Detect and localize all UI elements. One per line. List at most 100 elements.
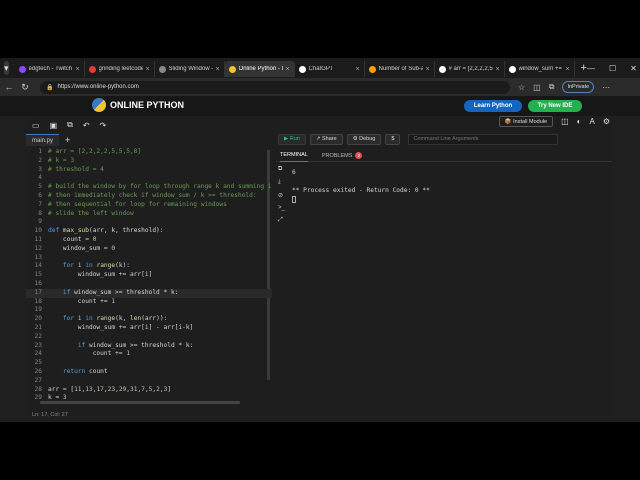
tab-close-icon[interactable]: × bbox=[285, 66, 289, 73]
terminal-cursor[interactable] bbox=[292, 195, 592, 204]
line-number: 3 bbox=[38, 165, 42, 173]
browser-tab[interactable]: ChatGPT × bbox=[295, 61, 365, 77]
code-line[interactable]: 9 bbox=[26, 218, 272, 227]
code-line[interactable]: 21 window_sum += arr[i] - arr[i-k] bbox=[26, 324, 272, 333]
learn-python-button[interactable]: Learn Python bbox=[464, 100, 522, 112]
site-logo[interactable]: ONLINE PYTHON bbox=[92, 98, 184, 112]
tab-problems[interactable]: PROBLEMS 2 bbox=[322, 150, 363, 162]
debug-button[interactable]: ⚙ Debug bbox=[346, 133, 382, 145]
logo-text: ONLINE PYTHON bbox=[110, 100, 185, 110]
browser-tab[interactable]: # arr = [2,2,2,2,5,5,× bbox=[435, 61, 505, 77]
browser-tab[interactable]: edgtech - Twitch × bbox=[15, 61, 85, 77]
download-icon[interactable]: ⤓ bbox=[278, 179, 288, 186]
tab-close-icon[interactable]: × bbox=[215, 66, 219, 73]
copy-icon[interactable]: ⧉ bbox=[67, 120, 73, 130]
address-bar-row: ← ↻ 🔒 https://www.online-python.com ☆ ◫ … bbox=[0, 78, 640, 96]
share-button[interactable]: ↗ Share bbox=[309, 133, 343, 145]
text-size-icon[interactable]: A bbox=[589, 117, 594, 126]
code-line[interactable]: 29 k = 3 bbox=[26, 394, 272, 403]
settings-icon[interactable]: ⚙ bbox=[603, 117, 610, 126]
undo-icon[interactable]: ↶ bbox=[83, 121, 90, 130]
copy-output-icon[interactable]: ⧉ bbox=[278, 166, 288, 173]
code-editor[interactable]: 1 # arr = [2,2,2,2,5,5,5,8] 2 # k = 3 3 # thr… bbox=[26, 148, 272, 410]
code-line[interactable]: 7 # then sequential for loop for remainin… bbox=[26, 201, 272, 210]
code-line[interactable]: 12 window_sum = 0 bbox=[26, 245, 272, 254]
more-icon[interactable]: ⋯ bbox=[602, 83, 610, 92]
browser-tab[interactable]: window_sum += ar× bbox=[505, 61, 575, 77]
code-line[interactable]: 14 for i in range(k): bbox=[26, 262, 272, 271]
terminal-output[interactable]: 6 ** Process exited - Return Code: 0 ** bbox=[292, 168, 592, 204]
tab-close-icon[interactable]: × bbox=[425, 66, 429, 73]
refresh-icon[interactable]: ↻ bbox=[18, 82, 32, 93]
url-field[interactable]: 🔒 https://www.online-python.com bbox=[40, 80, 510, 94]
shell-button[interactable]: $ bbox=[385, 133, 401, 145]
code-line[interactable]: 23 if window_sum >= threshold * k: bbox=[26, 342, 272, 351]
file-tab-main[interactable]: main.py bbox=[26, 134, 60, 146]
code-line[interactable]: 19 bbox=[26, 306, 272, 315]
install-module-label: Install Module bbox=[513, 118, 548, 125]
favorite-icon[interactable]: ☆ bbox=[518, 83, 525, 92]
expand-icon[interactable]: ⤢ bbox=[278, 217, 288, 224]
code-line[interactable]: 2 # k = 3 bbox=[26, 157, 272, 166]
line-number: 21 bbox=[34, 323, 42, 331]
terminal-icon[interactable]: >_ bbox=[278, 205, 288, 211]
install-module-button[interactable]: 📦 Install Module bbox=[498, 116, 554, 127]
browser-tab[interactable]: grinding leetcode | × bbox=[85, 61, 155, 77]
inprivate-badge[interactable]: InPrivate bbox=[562, 81, 595, 93]
code-line[interactable]: 4 bbox=[26, 174, 272, 183]
code-line[interactable]: 5 # build the window by for loop through … bbox=[26, 183, 272, 192]
code-line[interactable]: 26 return count bbox=[26, 368, 272, 377]
browser-tab[interactable]: Sliding Window - L × bbox=[155, 61, 225, 77]
tab-actions-icon[interactable]: ▾ bbox=[4, 61, 9, 75]
code-line[interactable]: 22 bbox=[26, 333, 272, 342]
layout-icon[interactable]: ◫ bbox=[561, 117, 569, 126]
open-file-icon[interactable]: ▭ bbox=[32, 121, 40, 130]
browser-tab[interactable]: Online Python - IDE× bbox=[224, 61, 295, 77]
code-line[interactable]: 17 if window_sum >= threshold * k: bbox=[26, 288, 272, 298]
run-button[interactable]: ▶ Run bbox=[278, 133, 306, 145]
code-line[interactable]: 6 # then immediately check if window_sum … bbox=[26, 192, 272, 201]
tab-close-icon[interactable]: × bbox=[75, 66, 79, 73]
line-number: 11 bbox=[34, 235, 42, 243]
maximize-icon[interactable]: ☐ bbox=[609, 64, 616, 73]
save-icon[interactable]: ▣ bbox=[50, 121, 58, 130]
code-text: window_sum = 0 bbox=[48, 244, 116, 252]
code-line[interactable]: 20 for i in range(k, len(arr)): bbox=[26, 315, 272, 324]
code-line[interactable]: 27 bbox=[26, 377, 272, 386]
code-line[interactable]: 1 # arr = [2,2,2,2,5,5,5,8] bbox=[26, 148, 272, 157]
code-line[interactable]: 28 arr = [11,13,17,23,29,31,7,5,2,3] bbox=[26, 386, 272, 395]
back-icon[interactable]: ← bbox=[2, 82, 16, 92]
tab-strip: ▾ edgtech - Twitch × grinding leetcode | × S… bbox=[0, 58, 640, 78]
minimize-icon[interactable]: — bbox=[587, 64, 595, 73]
output-panel: 📦 Install Module ◫ ◐ A ⚙ ▶ Run ↗ Share ⚙… bbox=[276, 116, 612, 416]
tab-close-icon[interactable]: × bbox=[355, 66, 359, 73]
code-line[interactable]: 24 count += 1 bbox=[26, 350, 272, 359]
line-number: 7 bbox=[38, 200, 42, 208]
close-icon[interactable]: ✕ bbox=[630, 64, 637, 73]
clear-icon[interactable]: ⊘ bbox=[278, 192, 288, 199]
tab-favicon-icon bbox=[158, 65, 166, 73]
split-screen-icon[interactable]: ◫ bbox=[533, 83, 541, 92]
code-line[interactable]: 18 count += 1 bbox=[26, 298, 272, 307]
code-text: k = 3 bbox=[48, 394, 67, 402]
command-line-args-input[interactable]: Command Line Arguments bbox=[408, 133, 559, 145]
tab-close-icon[interactable]: × bbox=[495, 66, 499, 73]
code-line[interactable]: 13 bbox=[26, 254, 272, 263]
code-line[interactable]: 15 window_sum += arr[i] bbox=[26, 271, 272, 280]
tab-close-icon[interactable]: × bbox=[145, 66, 149, 73]
tab-terminal[interactable]: TERMINAL bbox=[280, 150, 308, 162]
code-line[interactable]: 16 bbox=[26, 280, 272, 289]
add-file-button[interactable]: + bbox=[65, 135, 70, 145]
code-line[interactable]: 25 bbox=[26, 359, 272, 368]
code-line[interactable]: 11 count = 0 bbox=[26, 236, 272, 245]
code-line[interactable]: 10 def max_sub(arr, k, threshold): bbox=[26, 227, 272, 236]
code-line[interactable]: 3 # threshold = 4 bbox=[26, 166, 272, 175]
browser-tab[interactable]: Number of Sub-arr × bbox=[365, 61, 435, 77]
dark-mode-icon[interactable]: ◐ bbox=[577, 117, 582, 126]
code-line[interactable]: 8 # slide the left window bbox=[26, 210, 272, 219]
collections-icon[interactable]: ⧉ bbox=[549, 82, 555, 92]
run-toolbar: ▶ Run ↗ Share ⚙ Debug $ Command Line Arg… bbox=[276, 132, 612, 146]
redo-icon[interactable]: ↷ bbox=[100, 121, 107, 130]
try-new-ide-button[interactable]: Try New IDE bbox=[528, 100, 582, 112]
tab-close-icon[interactable]: × bbox=[565, 66, 569, 73]
